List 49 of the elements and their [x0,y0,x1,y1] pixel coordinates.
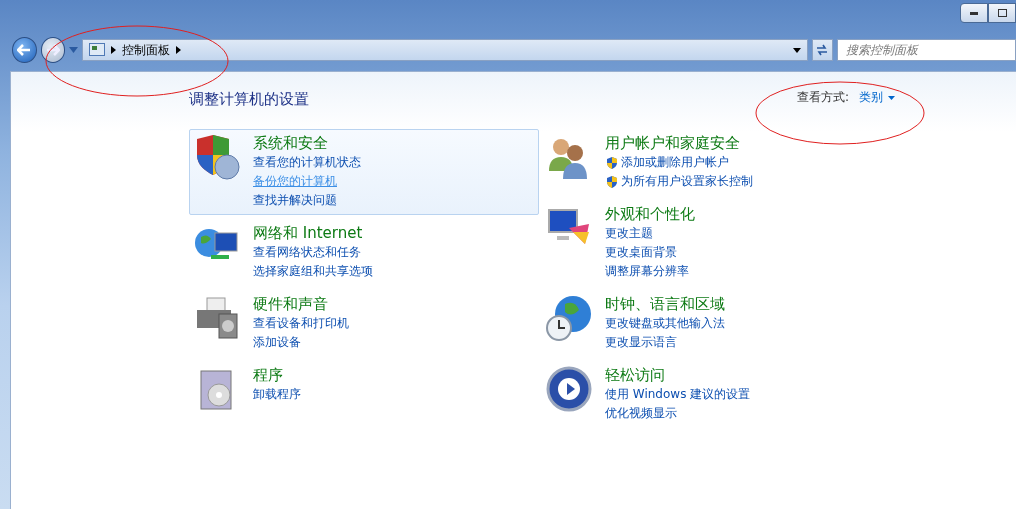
refresh-arrows-icon [815,44,830,56]
maximize-button[interactable] [988,3,1016,23]
task-link[interactable]: 添加或删除用户帐户 [621,154,729,171]
task-link[interactable]: 更改主题 [605,225,653,242]
view-by-label: 查看方式: [796,89,849,106]
category-title[interactable]: 系统和安全 [253,133,361,153]
minimize-icon [970,11,978,15]
breadcrumb-arrow-icon [111,46,116,54]
forward-arrow-icon [46,44,61,56]
globe-clock-icon [545,294,593,342]
task-link[interactable]: 查看网络状态和任务 [253,244,361,261]
task-link[interactable]: 添加设备 [253,334,301,351]
category-title[interactable]: 时钟、语言和区域 [605,294,725,314]
admin-shield-icon [605,174,619,189]
task-link[interactable]: 查看设备和打印机 [253,315,349,332]
category-title[interactable]: 网络和 Internet [253,223,373,243]
address-dropdown-icon[interactable] [793,47,801,53]
admin-shield-icon [605,155,619,170]
refresh-button[interactable] [812,39,833,61]
accessibility-icon [545,365,593,413]
back-arrow-icon [17,44,32,56]
task-link[interactable]: 卸载程序 [253,386,301,403]
task-link[interactable]: 优化视频显示 [605,405,677,422]
task-link[interactable]: 更改桌面背景 [605,244,677,261]
address-bar[interactable]: 控制面板 [82,39,808,61]
category-title[interactable]: 用户帐户和家庭安全 [605,133,753,153]
breadcrumb-item[interactable]: 控制面板 [122,41,170,59]
task-link[interactable]: 使用 Windows 建议的设置 [605,386,751,403]
task-link[interactable]: 更改键盘或其他输入法 [605,315,725,332]
minimize-button[interactable] [960,3,988,23]
maximize-icon [997,9,1007,17]
category-title[interactable]: 外观和个性化 [605,204,695,224]
forward-button[interactable] [40,37,66,63]
control-panel-icon [89,43,105,57]
task-link[interactable]: 查找并解决问题 [253,192,337,209]
task-link[interactable]: 为所有用户设置家长控制 [621,173,753,190]
category-title[interactable]: 程序 [253,365,301,385]
back-button[interactable] [12,37,37,63]
caret-icon [888,95,895,100]
task-link[interactable]: 调整屏幕分辨率 [605,263,689,280]
task-link[interactable]: 选择家庭组和共享选项 [253,263,373,280]
search-field[interactable]: 搜索控制面板 [836,39,1016,61]
category-title[interactable]: 硬件和声音 [253,294,349,314]
page-heading: 调整计算机的设置 [189,90,309,109]
breadcrumb-arrow-icon [176,46,181,54]
category-title[interactable]: 轻松访问 [605,365,751,385]
task-link[interactable]: 更改显示语言 [605,334,677,351]
view-by-dropdown[interactable]: 类别 [859,89,895,106]
task-link[interactable]: 查看您的计算机状态 [253,154,361,171]
